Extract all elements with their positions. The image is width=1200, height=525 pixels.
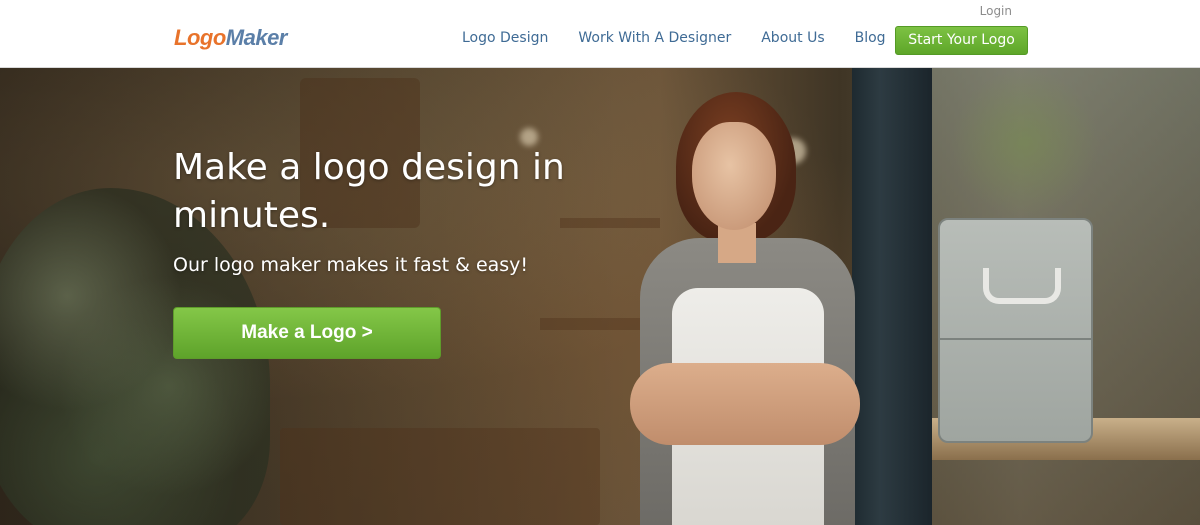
suitcase-handle [983,268,1061,304]
hero-title: Make a logo design in minutes. [173,147,565,236]
logo-text-part1: Logo [174,25,226,50]
make-a-logo-button[interactable]: Make a Logo > [173,307,441,359]
main-nav: Logo Design Work With A Designer About U… [462,30,886,46]
start-your-logo-button[interactable]: Start Your Logo [895,26,1028,55]
smiling-woman-in-apron [630,88,860,525]
nav-about-us[interactable]: About Us [761,30,824,46]
nav-logo-design[interactable]: Logo Design [462,30,548,46]
window-plant [940,68,1110,218]
site-header: Login LogoMaker Logo Design Work With A … [0,0,1200,68]
logo-text-part2: Maker [225,25,288,50]
logo[interactable]: LogoMaker [174,24,287,52]
nav-work-with-designer[interactable]: Work With A Designer [578,30,731,46]
hero-section: Make a logo design in minutes. Our logo … [0,68,1200,525]
suitcase [938,218,1093,443]
login-link[interactable]: Login [980,4,1012,18]
door-frame [852,68,932,525]
hero-subtitle: Our logo maker makes it fast & easy! [173,254,529,276]
nav-blog[interactable]: Blog [855,30,886,46]
